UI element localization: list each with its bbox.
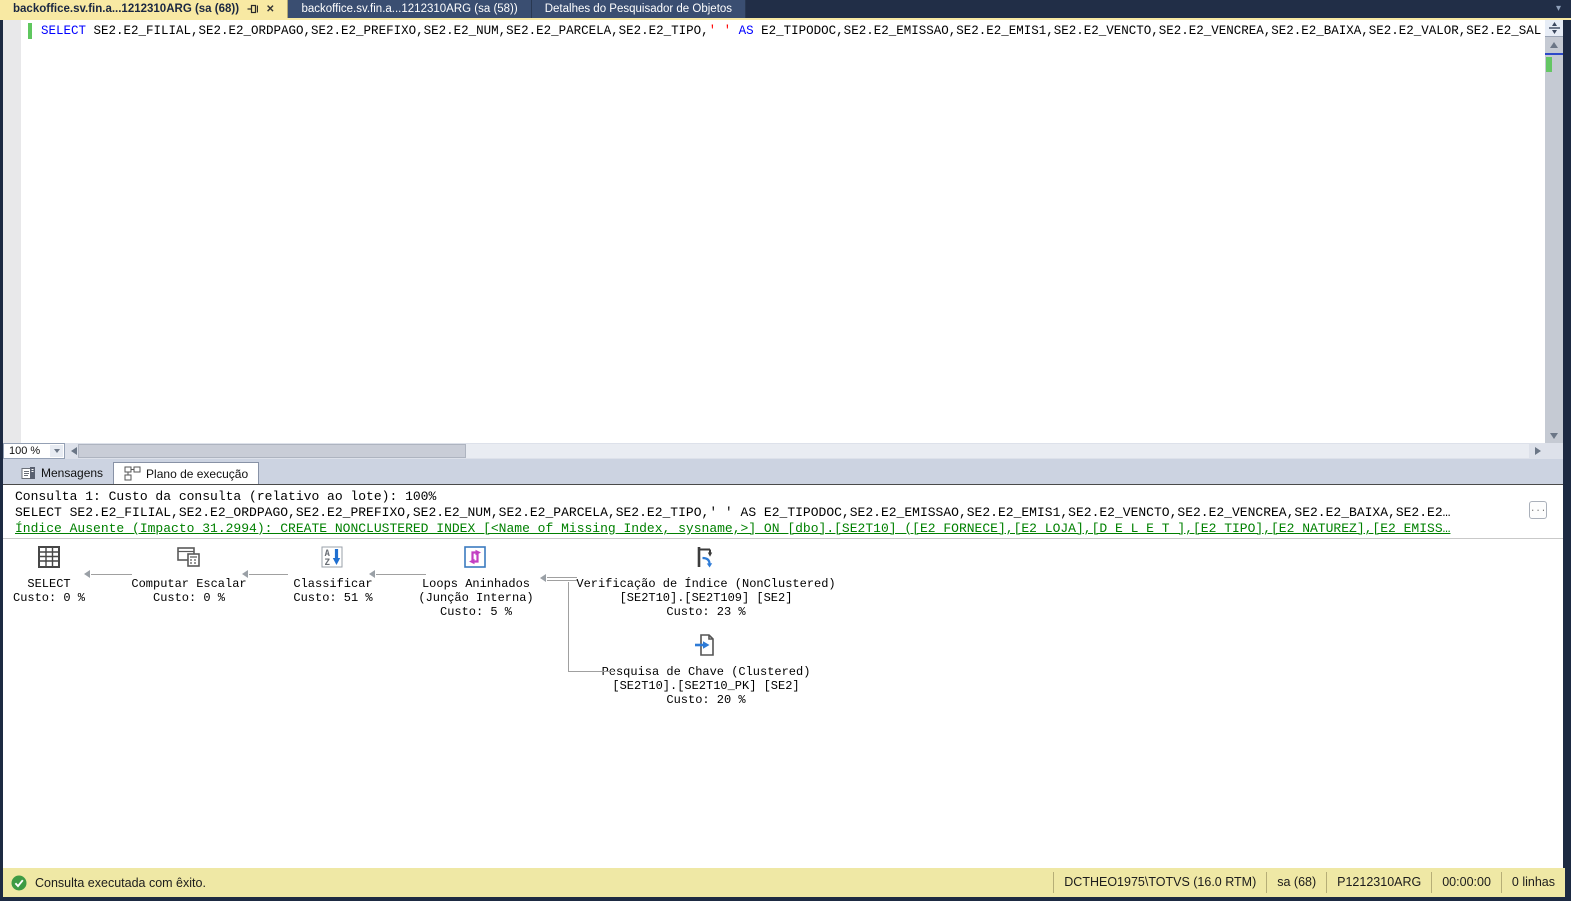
ssms-window: backoffice.sv.fin.a...1212310ARG (sa (68…	[0, 0, 1571, 901]
status-message: Consulta executada com êxito.	[35, 875, 206, 890]
sql-query-line[interactable]: SELECT SE2.E2_FILIAL,SE2.E2_ORDPAGO,SE2.…	[41, 24, 1541, 38]
index-scan-icon[interactable]	[693, 545, 719, 569]
results-tab-plano-de-execu-o[interactable]: Plano de execução	[113, 462, 260, 484]
statement-expand-button[interactable]: ...	[1529, 501, 1547, 519]
plan-node-select-label-1: Custo: 0 %	[12, 591, 86, 605]
document-tab-1[interactable]: backoffice.sv.fin.a...1212310ARG (sa (58…	[288, 0, 532, 18]
sql-editor[interactable]: SELECT SE2.E2_FILIAL,SE2.E2_ORDPAGO,SE2.…	[3, 20, 1563, 443]
scroll-down-icon[interactable]	[1550, 433, 1558, 439]
plan-node-sort-label-1: Custo: 51 %	[293, 591, 373, 605]
messages-icon	[21, 466, 36, 480]
execution-plan-panel: ... Consulta 1: Custo da consulta (relat…	[3, 484, 1563, 868]
arrowhead-icon	[242, 570, 248, 578]
arrowhead-icon	[540, 574, 546, 582]
document-tab-0[interactable]: backoffice.sv.fin.a...1212310ARG (sa (68…	[0, 0, 289, 18]
plan-connector	[568, 671, 615, 672]
status-bar: Consulta executada com êxito. DCTHEO1975…	[3, 868, 1565, 897]
zoom-level-combobox[interactable]: 100 %	[3, 443, 65, 459]
status-item-0: DCTHEO1975\TOTVS (16.0 RTM)	[1053, 872, 1266, 893]
plan-node-key-lookup-label-2: Custo: 20 %	[666, 693, 746, 707]
window-bottom-border	[0, 897, 1571, 901]
plan-connector	[376, 574, 426, 575]
plan-connector	[249, 574, 288, 575]
select-icon[interactable]	[36, 545, 62, 569]
zoom-dropdown-icon[interactable]	[50, 445, 63, 457]
plan-node-index-scan-label-2: Custo: 23 %	[666, 605, 746, 619]
plan-node-compute-scalar-label-0: Computar Escalar	[131, 577, 247, 591]
horizontal-scroll-thumb[interactable]	[78, 444, 466, 458]
plan-node-nested-loops-label-2: Custo: 5 %	[439, 605, 513, 619]
saved-change-mark	[1546, 57, 1552, 72]
status-item-3: 00:00:00	[1431, 872, 1501, 893]
plan-node-compute-scalar-label-1: Custo: 0 %	[152, 591, 226, 605]
plan-node-sort-label-0: Classificar	[293, 577, 373, 591]
pin-icon[interactable]	[247, 4, 259, 14]
document-tab-2[interactable]: Detalhes do Pesquisador de Objetos	[531, 0, 747, 18]
zoom-level-value: 100 %	[9, 445, 41, 457]
key-lookup-icon[interactable]	[693, 633, 719, 657]
arrowhead-icon	[369, 570, 375, 578]
plan-node-nested-loops-label-1: (Junção Interna)	[418, 591, 534, 605]
status-item-1: sa (68)	[1266, 872, 1326, 893]
plan-header-line-0: Consulta 1: Custo da consulta (relativo …	[15, 489, 437, 504]
editor-splitter-handle[interactable]	[1545, 20, 1563, 37]
scroll-right-icon[interactable]	[1535, 447, 1541, 455]
success-check-icon	[11, 875, 27, 891]
editor-indicator-margin	[3, 20, 21, 443]
missing-index-link[interactable]: Índice Ausente (Impacto 31.2994): CREATE…	[15, 521, 1450, 536]
document-tab-label: backoffice.sv.fin.a...1212310ARG (sa (58…	[301, 3, 518, 15]
compute-scalar-icon[interactable]	[176, 545, 202, 569]
plan-node-key-lookup-label-1: [SE2T10].[SE2T10_PK] [SE2]	[612, 679, 800, 693]
plan-connector	[547, 577, 577, 578]
nested-loops-icon[interactable]	[463, 545, 489, 569]
plan-node-index-scan-label-0: Verificação de Índice (NonClustered)	[576, 577, 836, 591]
editor-bottom-scroll-row: 100 %	[3, 443, 1563, 459]
document-tab-label: Detalhes do Pesquisador de Objetos	[544, 3, 733, 15]
svg-text:Z: Z	[325, 558, 331, 568]
tab-list-chevron-icon[interactable]: ▾	[1556, 3, 1561, 14]
plan-header-line-1: SELECT SE2.E2_FILIAL,SE2.E2_ORDPAGO,SE2.…	[15, 505, 1451, 520]
status-item-2: P1212310ARG	[1326, 872, 1431, 893]
plan-connector	[547, 580, 577, 581]
plan-connector	[91, 574, 132, 575]
editor-vertical-scrollbar[interactable]	[1545, 20, 1563, 443]
close-icon[interactable]: ✕	[266, 4, 274, 15]
sort-icon[interactable]: AZ	[320, 545, 346, 569]
arrowhead-icon	[84, 570, 90, 578]
document-tab-bar: backoffice.sv.fin.a...1212310ARG (sa (68…	[0, 0, 1571, 18]
plan-connector	[568, 582, 569, 671]
change-tracking-bar	[28, 23, 32, 39]
plan-node-index-scan-label-1: [SE2T10].[SE2T109] [SE2]	[619, 591, 793, 605]
scroll-left-icon[interactable]	[71, 447, 77, 455]
plan-node-select-label-0: SELECT	[27, 577, 71, 591]
document-tab-label: backoffice.sv.fin.a...1212310ARG (sa (68…	[13, 3, 240, 15]
caret-position-mark	[1545, 53, 1563, 55]
results-tab-label: Plano de execução	[146, 466, 249, 481]
plan-header-separator	[3, 538, 1563, 539]
plan-node-key-lookup-label-0: Pesquisa de Chave (Clustered)	[601, 665, 811, 679]
results-tab-label: Mensagens	[41, 466, 104, 480]
results-tab-mensagens[interactable]: Mensagens	[11, 462, 113, 484]
scroll-up-icon[interactable]	[1550, 42, 1558, 48]
plan-node-nested-loops-label-0: Loops Aninhados	[421, 577, 531, 591]
results-tab-strip: Mensagens Plano de execução	[3, 459, 1563, 484]
execution-plan-icon	[124, 466, 141, 481]
status-item-4: 0 linhas	[1500, 872, 1565, 893]
